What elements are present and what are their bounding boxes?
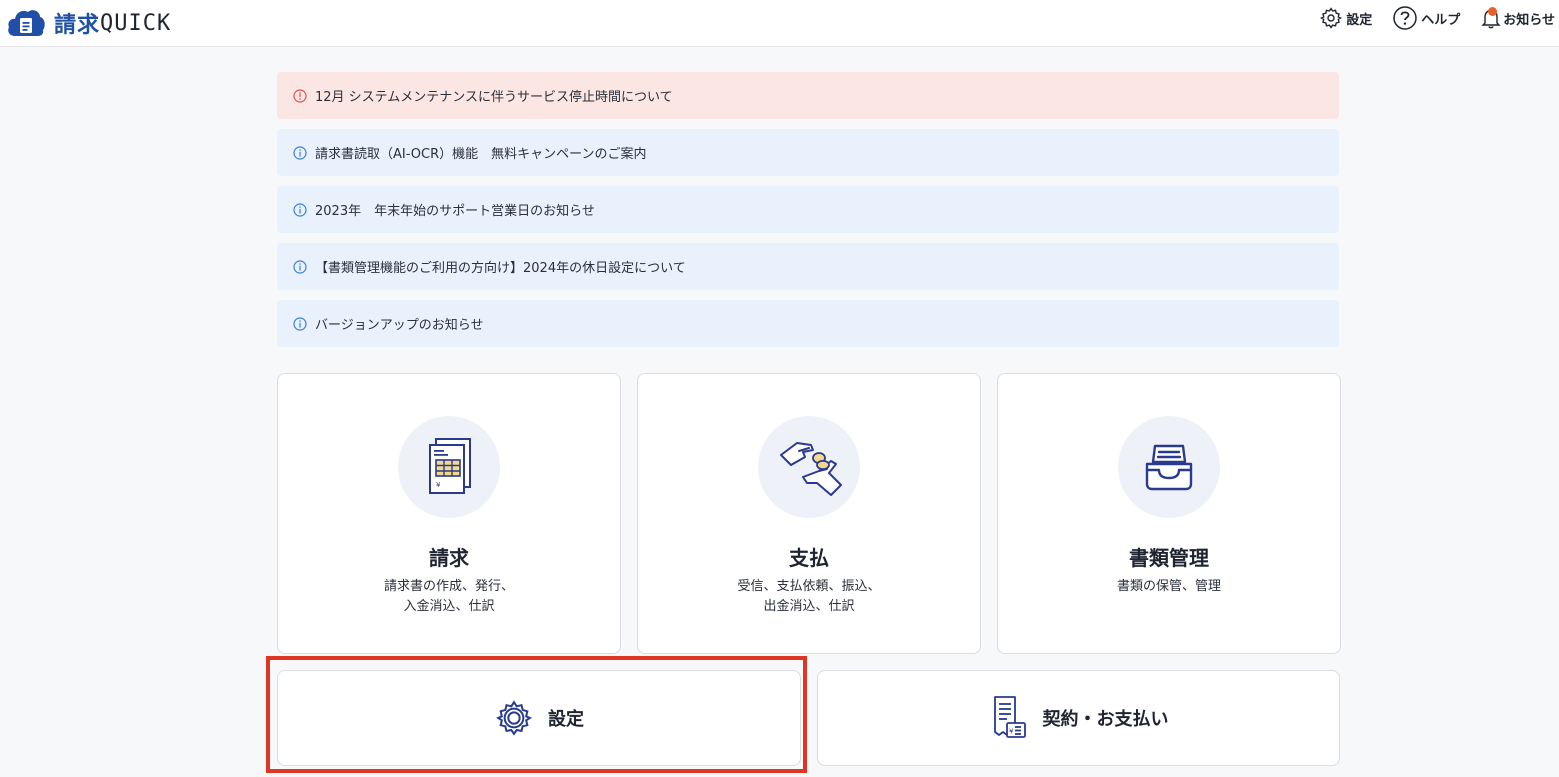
contract-payment-button[interactable]: ¥ 契約・お支払い xyxy=(817,670,1340,766)
nav-settings[interactable]: 設定 xyxy=(1319,6,1372,30)
card-title: 支払 xyxy=(789,546,829,570)
card-title: 書類管理 xyxy=(1129,546,1209,570)
receipt-invoice-icon: ¥ xyxy=(993,696,1026,738)
card-desc-line: 書類の保管、管理 xyxy=(1116,579,1221,594)
info-circle-icon xyxy=(293,259,307,274)
notice-text: 2023年 年末年始のサポート営業日のお知らせ xyxy=(315,204,595,219)
card-desc-line: 受信、支払依頼、振込、 xyxy=(737,579,881,594)
notice-item-alert[interactable]: 12月 システムメンテナンスに伴うサービス停止時間について xyxy=(277,72,1339,119)
top-nav: 設定 ヘルプ お知らせ xyxy=(1319,0,1559,36)
app-logo[interactable]: 請求 QUICK xyxy=(6,6,171,40)
notice-item-info[interactable]: 【書類管理機能のご利用の方向け】2024年の休日設定について xyxy=(277,243,1339,290)
card-desc-line: 出金消込、仕訳 xyxy=(763,599,855,614)
cloud-document-logo-icon xyxy=(8,10,45,36)
invoice-document-icon: ¥ xyxy=(429,438,471,494)
notice-text: 請求書読取（AI-OCR）機能 無料キャンペーンのご案内 xyxy=(315,147,647,162)
contract-payment-button-label: 契約・お支払い xyxy=(1042,709,1169,730)
nav-notifications[interactable]: お知らせ xyxy=(1480,7,1555,29)
card-desc-line: 請求書の作成、発行、 xyxy=(383,579,514,594)
gear-icon xyxy=(1320,7,1343,29)
info-circle-icon xyxy=(293,316,307,331)
nav-help-label: ヘルプ xyxy=(1421,12,1461,28)
card-billing[interactable]: ¥ 請求 請求書の作成、発行、 入金消込、仕訳 xyxy=(277,373,621,654)
settings-button-label: 設定 xyxy=(548,709,584,730)
card-description: 受信、支払依頼、振込、 出金消込、仕訳 xyxy=(638,577,980,617)
notice-text: 12月 システムメンテナンスに伴うサービス停止時間について xyxy=(315,90,673,105)
card-documents[interactable]: 書類管理 書類の保管、管理 xyxy=(997,373,1341,654)
info-circle-icon xyxy=(293,202,307,217)
nav-notifications-label: お知らせ xyxy=(1503,12,1555,28)
brand-name-jp: 請求 xyxy=(54,13,101,38)
card-icon-circle xyxy=(1118,416,1220,518)
help-circle-icon xyxy=(1393,6,1417,30)
document-tray-icon xyxy=(1145,444,1193,491)
notice-text: 【書類管理機能のご利用の方向け】2024年の休日設定について xyxy=(315,261,686,276)
info-circle-icon xyxy=(293,145,307,160)
notice-item-info[interactable]: 2023年 年末年始のサポート営業日のお知らせ xyxy=(277,186,1339,233)
card-desc-line: 入金消込、仕訳 xyxy=(403,599,495,614)
svg-text:¥: ¥ xyxy=(436,481,441,489)
settings-button[interactable]: 設定 xyxy=(277,670,801,766)
alert-circle-icon xyxy=(293,88,307,103)
card-payment[interactable]: 支払 受信、支払依頼、振込、 出金消込、仕訳 xyxy=(637,373,981,654)
nav-settings-label: 設定 xyxy=(1346,12,1373,28)
brand-name-en: QUICK xyxy=(100,10,172,36)
notice-list: 12月 システムメンテナンスに伴うサービス停止時間について 請求書読取（AI-O… xyxy=(277,72,1339,357)
card-description: 請求書の作成、発行、 入金消込、仕訳 xyxy=(278,577,620,617)
notice-text: バージョンアップのお知らせ xyxy=(315,318,484,333)
coin-hand-icon xyxy=(780,442,842,496)
nav-help[interactable]: ヘルプ xyxy=(1392,5,1460,31)
notice-item-info[interactable]: バージョンアップのお知らせ xyxy=(277,300,1339,347)
svg-text:¥: ¥ xyxy=(1009,728,1014,736)
bell-icon-wrap xyxy=(1480,7,1502,29)
card-icon-circle: ¥ xyxy=(398,416,500,518)
notice-item-info[interactable]: 請求書読取（AI-OCR）機能 無料キャンペーンのご案内 xyxy=(277,129,1339,176)
top-bar: 請求 QUICK 設定 ヘルプ お知らせ xyxy=(0,0,1559,47)
card-description: 書類の保管、管理 xyxy=(998,577,1340,597)
gear-icon xyxy=(496,700,532,736)
card-title: 請求 xyxy=(429,546,469,570)
card-icon-circle xyxy=(758,416,860,518)
